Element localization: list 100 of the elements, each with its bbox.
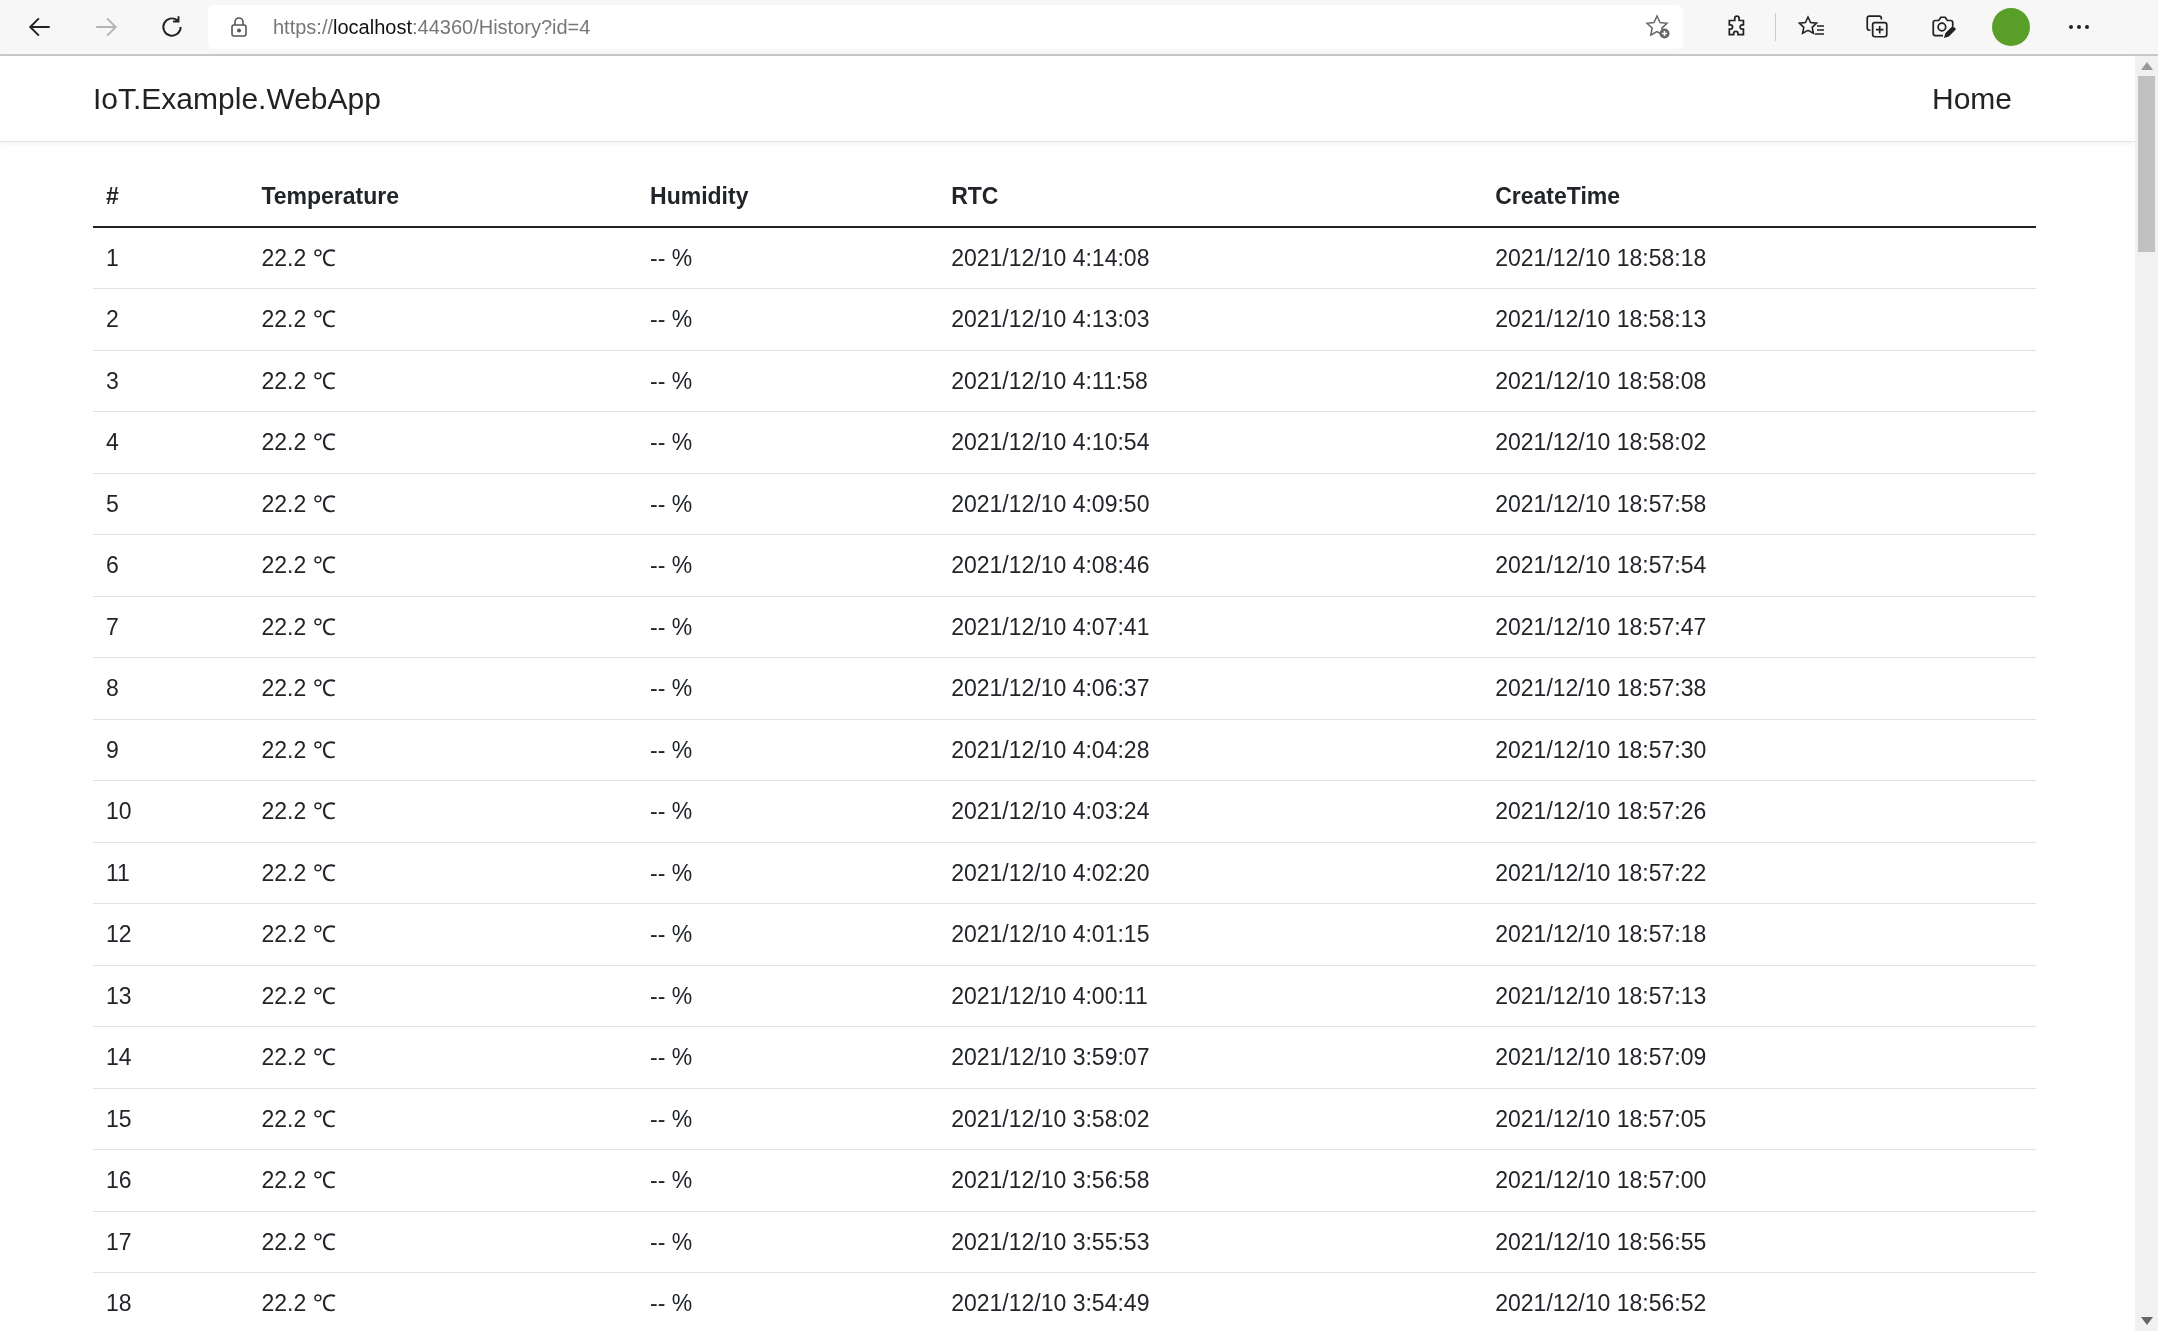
- table-cell: 2021/12/10 3:56:58: [938, 1149, 1483, 1211]
- table-cell: 4: [93, 411, 249, 473]
- table-cell: 12: [93, 903, 249, 965]
- table-cell: 2021/12/10 18:58:08: [1482, 350, 2036, 412]
- table-cell: 2021/12/10 18:57:22: [1482, 842, 2036, 904]
- table-cell: 2021/12/10 18:57:18: [1482, 903, 2036, 965]
- table-cell: 2: [93, 288, 249, 350]
- table-cell: 22.2 ℃: [248, 903, 638, 965]
- table-cell: 2021/12/10 18:56:55: [1482, 1211, 2036, 1273]
- table-cell: 14: [93, 1026, 249, 1088]
- table-cell: -- %: [637, 842, 939, 904]
- add-favorite-icon[interactable]: [1645, 14, 1671, 40]
- table-cell: -- %: [637, 473, 939, 535]
- table-cell: 7: [93, 596, 249, 658]
- table-cell: 2021/12/10 3:55:53: [938, 1211, 1483, 1273]
- table-cell: -- %: [637, 1211, 939, 1273]
- table-cell: -- %: [637, 227, 939, 289]
- table-cell: 2021/12/10 4:11:58: [938, 350, 1483, 412]
- scrollbar-thumb[interactable]: [2138, 76, 2155, 252]
- table-cell: 22.2 ℃: [248, 1211, 638, 1273]
- table-cell: -- %: [637, 350, 939, 412]
- table-cell: 22.2 ℃: [248, 350, 638, 412]
- table-cell: 22.2 ℃: [248, 473, 638, 535]
- table-cell: 2021/12/10 4:13:03: [938, 288, 1483, 350]
- table-cell: 22.2 ℃: [248, 780, 638, 842]
- table-cell: 2021/12/10 4:00:11: [938, 965, 1483, 1027]
- table-cell: 22.2 ℃: [248, 965, 638, 1027]
- table-cell: -- %: [637, 288, 939, 350]
- table-cell: 10: [93, 780, 249, 842]
- table-cell: 22.2 ℃: [248, 1149, 638, 1211]
- table-cell: 2021/12/10 18:58:18: [1482, 227, 2036, 289]
- more-icon[interactable]: [2068, 24, 2090, 30]
- avatar[interactable]: [1992, 8, 2030, 46]
- table-cell: -- %: [637, 596, 939, 658]
- table-cell: 22.2 ℃: [248, 227, 638, 289]
- table-cell: 2021/12/10 18:57:00: [1482, 1149, 2036, 1211]
- table-cell: 16: [93, 1149, 249, 1211]
- table-cell: -- %: [637, 719, 939, 781]
- table-cell: 2021/12/10 4:03:24: [938, 780, 1483, 842]
- column-header: RTC: [938, 167, 1483, 227]
- refresh-icon[interactable]: [159, 14, 185, 40]
- table-cell: -- %: [637, 1088, 939, 1150]
- table-cell: 2021/12/10 18:57:38: [1482, 657, 2036, 719]
- scroll-down-icon[interactable]: [2140, 1317, 2153, 1325]
- table-cell: 2021/12/10 18:56:52: [1482, 1272, 2036, 1331]
- lock-icon: [229, 16, 249, 38]
- nav-link[interactable]: Home: [1931, 76, 2012, 121]
- address-bar[interactable]: https://localhost:44360/History?id=4: [208, 5, 1683, 49]
- table-cell: 2021/12/10 4:06:37: [938, 657, 1483, 719]
- table-cell: 6: [93, 534, 249, 596]
- table-cell: 2021/12/10 3:58:02: [938, 1088, 1483, 1150]
- table-cell: 2021/12/10 4:04:28: [938, 719, 1483, 781]
- table-cell: -- %: [637, 1026, 939, 1088]
- brand-link[interactable]: IoT.Example.WebApp: [93, 76, 381, 121]
- url-text: https://localhost:44360/History?id=4: [273, 15, 591, 40]
- table-cell: 13: [93, 965, 249, 1027]
- table-cell: 2021/12/10 3:59:07: [938, 1026, 1483, 1088]
- table-cell: 2021/12/10 18:57:30: [1482, 719, 2036, 781]
- column-header: Temperature: [248, 167, 638, 227]
- table-cell: 9: [93, 719, 249, 781]
- table-cell: -- %: [637, 1149, 939, 1211]
- table-cell: 2021/12/10 4:02:20: [938, 842, 1483, 904]
- scrollbar[interactable]: [2135, 56, 2158, 1331]
- table-cell: 2021/12/10 18:57:54: [1482, 534, 2036, 596]
- table-cell: 2021/12/10 18:57:47: [1482, 596, 2036, 658]
- table-cell: -- %: [637, 780, 939, 842]
- table-cell: 2021/12/10 4:09:50: [938, 473, 1483, 535]
- table-cell: 3: [93, 350, 249, 412]
- column-header: CreateTime: [1482, 167, 2036, 227]
- table-cell: 8: [93, 657, 249, 719]
- table-cell: 2021/12/10 18:57:26: [1482, 780, 2036, 842]
- table-cell: 22.2 ℃: [248, 1088, 638, 1150]
- table-cell: 5: [93, 473, 249, 535]
- table-cell: 15: [93, 1088, 249, 1150]
- table-cell: 22.2 ℃: [248, 657, 638, 719]
- table-cell: 2021/12/10 3:54:49: [938, 1272, 1483, 1331]
- table-cell: -- %: [637, 534, 939, 596]
- table-cell: 2021/12/10 4:10:54: [938, 411, 1483, 473]
- table-cell: 22.2 ℃: [248, 719, 638, 781]
- camera-pen-icon[interactable]: [1930, 14, 1956, 40]
- table-cell: 22.2 ℃: [248, 596, 638, 658]
- table-cell: -- %: [637, 965, 939, 1027]
- table-cell: -- %: [637, 1272, 939, 1331]
- table-cell: -- %: [637, 411, 939, 473]
- table-cell: 2021/12/10 4:01:15: [938, 903, 1483, 965]
- collections-icon[interactable]: [1864, 14, 1890, 40]
- table-cell: 2021/12/10 18:58:02: [1482, 411, 2036, 473]
- table-cell: 2021/12/10 18:57:13: [1482, 965, 2036, 1027]
- table-cell: -- %: [637, 657, 939, 719]
- column-header: Humidity: [637, 167, 939, 227]
- table-cell: 17: [93, 1211, 249, 1273]
- table-cell: 2021/12/10 18:58:13: [1482, 288, 2036, 350]
- column-header: #: [93, 167, 249, 227]
- table-cell: 22.2 ℃: [248, 1026, 638, 1088]
- table-cell: 22.2 ℃: [248, 1272, 638, 1331]
- table-cell: 11: [93, 842, 249, 904]
- table-cell: 2021/12/10 4:08:46: [938, 534, 1483, 596]
- table-cell: 1: [93, 227, 249, 289]
- table-cell: 2021/12/10 18:57:58: [1482, 473, 2036, 535]
- table-cell: -- %: [637, 903, 939, 965]
